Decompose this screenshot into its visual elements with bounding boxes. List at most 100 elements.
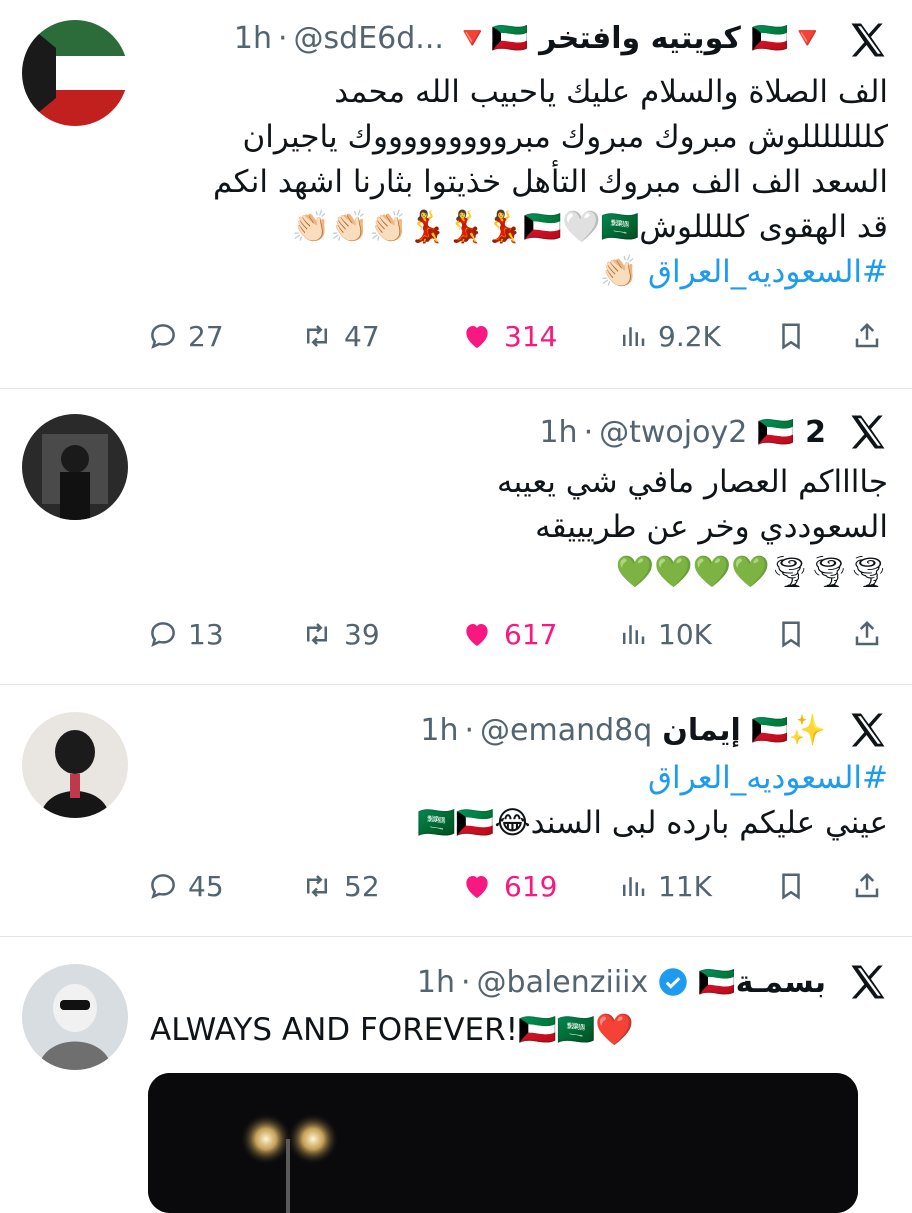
share-button[interactable] [852,612,892,656]
tweet-text: جااااكم العصار مافي شي يعيبه السعوددي وخ… [150,460,888,595]
display-name[interactable]: 2 🇰🇼 [757,415,826,450]
separator-dot: · [460,964,471,1000]
x-logo-icon[interactable] [846,18,890,62]
like-button[interactable]: 314 [460,314,557,358]
retweet-button[interactable]: 39 [300,612,380,656]
views-button[interactable]: 9.2K [618,314,721,358]
dark-photo-avatar-image [22,414,128,520]
bookmark-icon [776,619,806,649]
night-street-photo [148,1073,858,1213]
timestamp[interactable]: 1h [417,965,455,1000]
kuwait-flag-avatar-image [22,20,128,126]
retweet-count: 47 [344,319,380,353]
tweet-text: ALWAYS AND FOREVER!🇰🇼🇸🇦❤️ [150,1008,888,1053]
separator-dot: · [464,712,475,748]
avatar[interactable] [22,20,128,126]
like-button[interactable]: 619 [460,864,557,908]
x-logo-icon[interactable] [846,960,890,1004]
share-button[interactable] [852,864,892,908]
separator-dot: · [277,20,288,56]
bookmark-icon [776,871,806,901]
views-icon [618,871,648,901]
reply-button[interactable]: 13 [148,612,224,656]
bookmark-button[interactable] [776,612,816,656]
retweet-icon [300,871,334,901]
tweet-line: السعوددي وخر عن طريييقه [535,509,888,545]
retweet-icon [300,619,334,649]
user-handle[interactable]: @emand8q [480,713,652,748]
separator-dot: · [583,414,594,450]
tweet-media-image[interactable] [148,1073,858,1213]
share-button[interactable] [852,314,892,358]
tweet-line: الف الصلاة والسلام عليك ياحبيب الله محمد [334,74,888,110]
display-name[interactable]: 🔻🇰🇼 كويتيه وافتخر 🇰🇼🔻 [454,21,826,56]
views-button[interactable]: 10K [618,612,712,656]
timestamp[interactable]: 1h [234,21,272,56]
heart-icon [460,870,494,902]
tweet-header: 🔻🇰🇼 كويتيه وافتخر 🇰🇼🔻 @sdE6d... · 1h [148,18,826,58]
display-name[interactable]: بسمـة🇰🇼 [698,965,826,1000]
tweet-header: بسمـة🇰🇼 @balenziiix · 1h [148,962,826,1002]
bookmark-button[interactable] [776,864,816,908]
reply-button[interactable]: 45 [148,864,224,908]
tweet-line: ALWAYS AND FOREVER!🇰🇼🇸🇦❤️ [150,1012,634,1048]
retweet-count: 39 [344,617,380,651]
tweet-line: 🌪🌪🌪💚💚💚💚 [615,554,888,590]
display-name[interactable]: ✨🇰🇼 إيمان [662,713,826,748]
tweet-line: جااااكم العصار مافي شي يعيبه [497,464,888,500]
reply-count: 45 [188,869,224,903]
share-icon [852,321,882,351]
user-handle[interactable]: @twojoy2 [599,415,747,450]
tweet-line: قد الهقوى كللللوش🇰🇼🤍🇸🇦💃💃💃👏🏻👏🏻👏🏻 [291,209,888,245]
like-button[interactable]: 617 [460,612,557,656]
x-logo-icon[interactable] [846,410,890,454]
heart-icon [460,320,494,352]
tweet-header: 2 🇰🇼 @twojoy2 · 1h [148,412,826,452]
hashtag-link[interactable]: #السعوديه_العراق [150,756,888,801]
reply-button[interactable]: 27 [148,314,224,358]
reply-icon [148,619,178,649]
bookmark-icon [776,321,806,351]
timestamp[interactable]: 1h [420,713,458,748]
bookmark-button[interactable] [776,314,816,358]
retweet-button[interactable]: 52 [300,864,380,908]
views-count: 11K [658,869,712,903]
x-logo-icon[interactable] [846,708,890,752]
views-count: 9.2K [658,319,721,353]
timestamp[interactable]: 1h [539,415,577,450]
heart-icon [460,618,494,650]
tweet-header: ✨🇰🇼 إيمان @emand8q · 1h [148,710,826,750]
avatar[interactable] [22,712,128,818]
snow-photo-avatar-image [22,964,128,1070]
tweet-1[interactable]: 🔻🇰🇼 كويتيه وافتخر 🇰🇼🔻 @sdE6d... · 1h الف… [0,0,912,389]
user-handle[interactable]: @balenziiix [477,965,649,1000]
user-handle[interactable]: @sdE6d... [294,21,444,56]
action-bar: 27 47 314 9.2K [148,314,890,358]
tweet-3[interactable]: ✨🇰🇼 إيمان @emand8q · 1h #السعوديه_العراق… [0,684,912,937]
views-icon [618,321,648,351]
tweet-2[interactable]: 2 🇰🇼 @twojoy2 · 1h جااااكم العصار مافي ش… [0,388,912,685]
views-icon [618,619,648,649]
action-bar: 13 39 617 10K [148,612,890,656]
avatar[interactable] [22,964,128,1070]
share-icon [852,619,882,649]
tweet-line: عيني عليكم بارده لبى السند😂🇸🇦🇰🇼 [417,805,888,841]
hashtag-link[interactable]: #السعوديه_العراق 👏🏻 [150,250,888,295]
like-count: 617 [504,617,558,651]
reply-icon [148,871,178,901]
selfie-avatar-image [22,712,128,818]
reply-count: 27 [188,319,224,353]
share-icon [852,871,882,901]
avatar[interactable] [22,414,128,520]
like-count: 314 [504,319,558,353]
tweet-text: #السعوديه_العراق عيني عليكم بارده لبى ال… [150,756,888,846]
retweet-icon [300,321,334,351]
action-bar: 45 52 619 11K [148,864,890,908]
tweet-line: كلللللللوش مبروك مبروك مبروووووووووك ياج… [242,119,888,155]
retweet-button[interactable]: 47 [300,314,380,358]
views-count: 10K [658,617,712,651]
tweet-line: السعد الف الف مبروك التأهل خذيتوا بثارنا… [213,164,888,200]
tweet-text: الف الصلاة والسلام عليك ياحبيب الله محمد… [150,70,888,295]
views-button[interactable]: 11K [618,864,712,908]
verified-badge-icon [659,968,688,996]
